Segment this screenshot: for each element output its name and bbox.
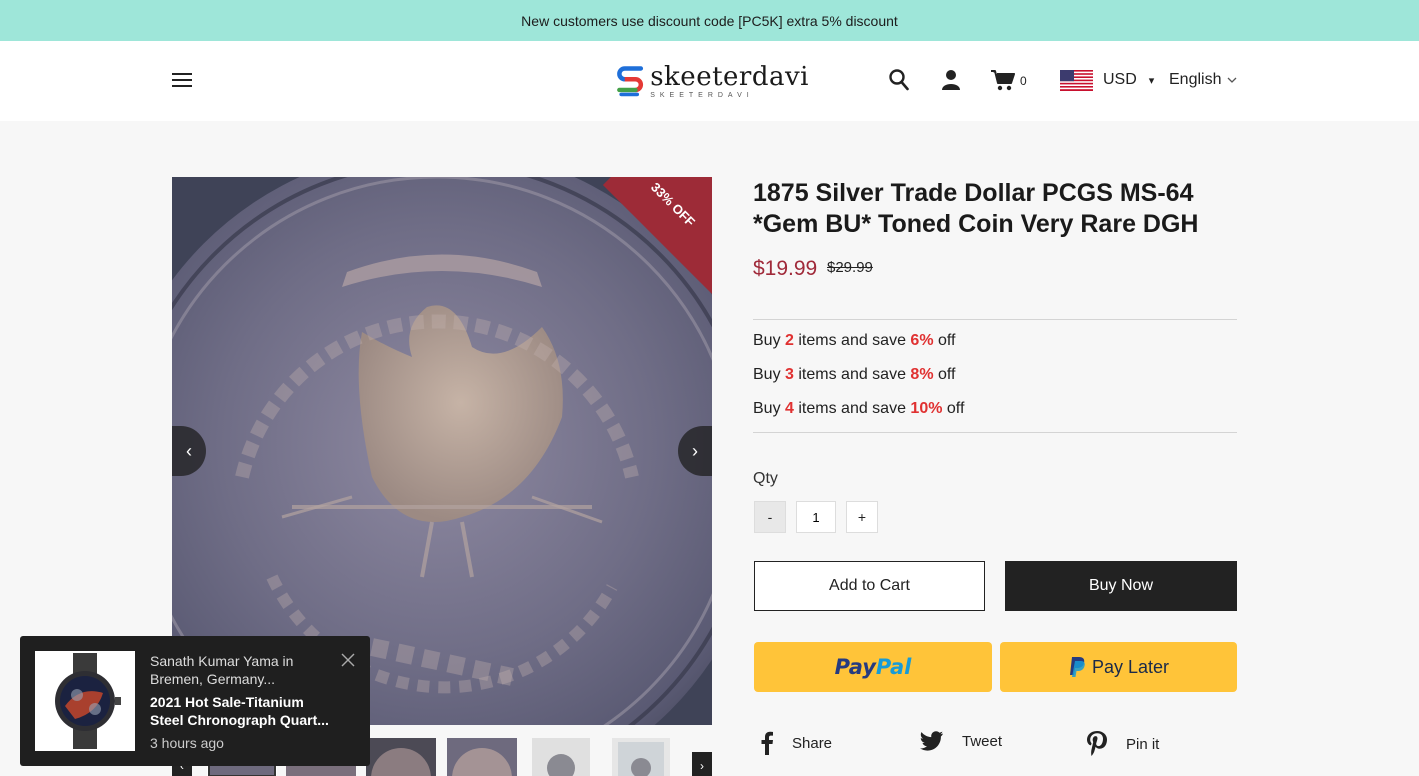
announcement-text: New customers use discount code [PC5K] e… bbox=[521, 12, 898, 29]
quantity-input[interactable] bbox=[796, 501, 836, 533]
cart-count: 0 bbox=[1020, 74, 1027, 88]
thumbnail-image[interactable] bbox=[447, 738, 517, 776]
paypal-p-icon bbox=[1069, 657, 1085, 677]
quantity-increase-button[interactable]: + bbox=[846, 501, 878, 533]
paypal-button[interactable]: PayPal bbox=[754, 642, 992, 692]
paypal-pay-later-button[interactable]: Pay Later bbox=[1000, 642, 1237, 692]
cart-icon[interactable] bbox=[991, 69, 1015, 91]
paypal-logo: PayPal bbox=[834, 655, 912, 679]
site-header: skeeterdavi SKEETERDAVI 0 USD ▾ English bbox=[0, 41, 1419, 121]
thumbnail-next-button[interactable]: › bbox=[692, 752, 712, 776]
us-flag-icon bbox=[1060, 70, 1093, 91]
buy-now-button[interactable]: Buy Now bbox=[1005, 561, 1237, 611]
close-icon[interactable] bbox=[340, 652, 356, 668]
language-selector[interactable]: English bbox=[1169, 71, 1237, 89]
chevron-down-icon: ▾ bbox=[1148, 74, 1155, 87]
popup-product-image bbox=[35, 651, 135, 751]
product-title: 1875 Silver Trade Dollar PCGS MS-64 *Gem… bbox=[753, 179, 1199, 238]
popup-customer-location: Sanath Kumar Yama in Bremen, Germany... bbox=[150, 653, 294, 687]
product-price: $19.99 bbox=[753, 257, 818, 280]
logo-mark-icon bbox=[617, 66, 644, 97]
popup-timestamp: 3 hours ago bbox=[150, 735, 224, 751]
recent-purchase-popup[interactable]: Sanath Kumar Yama in Bremen, Germany... … bbox=[20, 636, 370, 766]
chevron-down-icon bbox=[1228, 77, 1237, 83]
chevron-right-icon: › bbox=[692, 440, 698, 461]
share-twitter[interactable]: Tweet bbox=[920, 731, 1002, 751]
site-logo[interactable]: skeeterdavi SKEETERDAVI bbox=[614, 59, 809, 103]
currency-label: USD bbox=[1103, 71, 1137, 88]
thumbnail-image[interactable] bbox=[612, 738, 670, 776]
volume-discount-tier: Buy 4 items and save 10% off bbox=[753, 400, 965, 417]
quantity-decrease-button[interactable]: - bbox=[754, 501, 786, 533]
logo-text: skeeterdavi bbox=[650, 61, 809, 92]
chevron-right-icon: › bbox=[700, 759, 704, 773]
divider bbox=[753, 319, 1237, 320]
share-facebook[interactable]: Share bbox=[760, 731, 832, 755]
menu-icon[interactable] bbox=[172, 73, 192, 89]
twitter-icon bbox=[920, 731, 943, 751]
account-icon[interactable] bbox=[942, 69, 960, 91]
thumbnail-image[interactable] bbox=[366, 738, 436, 776]
add-to-cart-button[interactable]: Add to Cart bbox=[754, 561, 985, 611]
share-pinterest[interactable]: Pin it bbox=[1086, 731, 1159, 757]
quantity-label: Qty bbox=[753, 470, 778, 487]
volume-discount-tier: Buy 3 items and save 8% off bbox=[753, 366, 956, 383]
currency-selector[interactable]: USD ▾ bbox=[1103, 71, 1154, 89]
thumbnail-image[interactable] bbox=[532, 738, 590, 776]
divider bbox=[753, 432, 1237, 433]
popup-product-name[interactable]: 2021 Hot Sale-Titanium Steel Chronograph… bbox=[150, 693, 340, 729]
chevron-left-icon: ‹ bbox=[186, 440, 192, 461]
facebook-icon bbox=[761, 731, 773, 755]
search-icon[interactable] bbox=[889, 69, 909, 91]
pinterest-icon bbox=[1087, 731, 1107, 756]
volume-discount-tier: Buy 2 items and save 6% off bbox=[753, 332, 956, 349]
language-label: English bbox=[1169, 71, 1222, 88]
compare-at-price: $29.99 bbox=[827, 259, 873, 276]
logo-subtext: SKEETERDAVI bbox=[650, 91, 754, 99]
announcement-bar: New customers use discount code [PC5K] e… bbox=[0, 0, 1419, 41]
